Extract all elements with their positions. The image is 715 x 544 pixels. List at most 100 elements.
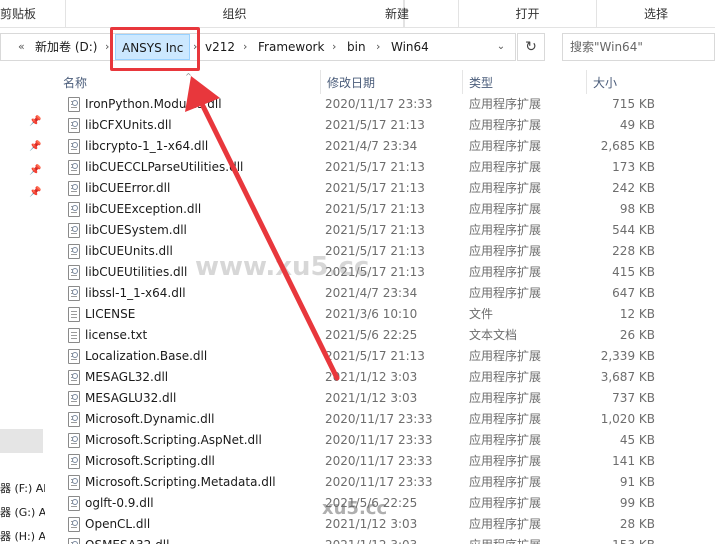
address-bar[interactable]: « 新加卷 (D:) › ANSYS Inc › v212 › Framewor… [0,33,516,61]
table-row[interactable]: libssl-1_1-x64.dll 2021/4/7 23:34 应用程序扩展 64… [45,283,715,304]
table-row[interactable]: OpenCL.dll 2021/1/12 3:03 应用程序扩展 28 KB [45,514,715,535]
ribbon-group-open[interactable]: 打开 [459,0,597,28]
search-input[interactable]: 搜索"Win64" [562,33,715,61]
nav-drive-f[interactable]: 器 (F:) AN [0,479,45,499]
file-date: 2020/11/17 23:33 [325,412,433,426]
breadcrumb-chevron-icon[interactable]: › [105,34,109,60]
file-type: 应用程序扩展 [469,433,542,447]
table-row[interactable]: libCUECCLParseUtilities.dll 2021/5/17 21:… [45,157,715,178]
ribbon-group-clipboard[interactable]: 剪贴板 [0,0,66,28]
table-row[interactable]: libCUEUtilities.dll 2021/5/17 21:13 应用程序扩展… [45,262,715,283]
pin-icon[interactable]: 📌 [29,165,41,177]
column-type[interactable]: 类型 [463,70,587,94]
file-date: 2021/5/6 22:25 [325,496,418,510]
table-row[interactable]: OSMESA32.dll 2021/1/12 3:03 应用程序扩展153 KB [45,535,715,544]
file-name: MESAGLU32.dll [85,391,177,405]
dll-file-icon [68,412,80,427]
file-name: OpenCL.dll [85,517,151,531]
breadcrumb-drive-d[interactable]: 新加卷 (D:) [35,34,97,60]
breadcrumb-chevron-icon[interactable]: › [332,34,336,60]
overflow-chevron-icon[interactable]: « [18,34,25,60]
breadcrumb-chevron-icon[interactable]: › [376,34,380,60]
file-name: libCUEException.dll [85,202,202,216]
file-date: 2021/5/17 21:13 [325,202,425,216]
table-row[interactable]: libCUEUnits.dll 2021/5/17 21:13 应用程序扩展 228 … [45,241,715,262]
file-size: 173 KB [612,160,655,174]
file-date: 2020/11/17 23:33 [325,475,433,489]
file-type: 文件 [469,307,494,321]
table-row[interactable]: libCUESystem.dll 2021/5/17 21:13 应用程序扩展 544… [45,220,715,241]
file-date: 2021/5/17 21:13 [325,265,425,279]
table-row[interactable]: libCUEException.dll 2021/5/17 21:13 应用程序扩展… [45,199,715,220]
breadcrumb-bin[interactable]: bin [347,34,366,60]
dll-file-icon [68,517,80,532]
file-type: 应用程序扩展 [469,160,542,174]
pin-icon[interactable]: 📌 [29,187,41,199]
table-row[interactable]: MESAGL32.dll 2021/1/12 3:03 应用程序扩展 3,687 KB [45,367,715,388]
file-date: 2021/1/12 3:03 [325,517,418,531]
refresh-button[interactable]: ↻ [517,33,545,61]
table-row[interactable]: libCUEError.dll 2021/5/17 21:13 应用程序扩展 242 … [45,178,715,199]
nav-drive-h[interactable]: 器 (H:) A [0,527,45,544]
chevron-down-icon[interactable]: ⌄ [488,34,514,60]
table-row[interactable]: Microsoft.Scripting.dll 2020/11/17 23:33 应… [45,451,715,472]
breadcrumb-ansys-inc[interactable]: ANSYS Inc [115,34,191,60]
table-row[interactable]: Microsoft.Scripting.AspNet.dll 2020/11/17… [45,430,715,451]
file-type: 应用程序扩展 [469,97,542,111]
breadcrumb-framework[interactable]: Framework [258,34,324,60]
table-row[interactable]: oglft-0.9.dll 2021/5/6 22:25 应用程序扩展 99 KB [45,493,715,514]
navigation-pane[interactable]: 📌 📌 📌 📌 器 (F:) AN 器 (G:) A 器 (H:) A [0,66,45,544]
table-row[interactable]: Microsoft.Scripting.Metadata.dll 2020/11/… [45,472,715,493]
file-date: 2021/4/7 23:34 [325,286,418,300]
column-name[interactable]: ^ 名称 [57,70,321,94]
ribbon-group-new[interactable]: 新建 [336,0,459,28]
table-row[interactable]: license.txt 2021/5/6 22:25 文本文档 26 KB [45,325,715,346]
file-size: 45 KB [619,433,655,447]
dll-file-icon [68,496,80,511]
dll-file-icon [68,244,80,259]
file-name: Microsoft.Scripting.AspNet.dll [85,433,262,447]
file-type: 应用程序扩展 [469,265,542,279]
dll-file-icon [68,286,80,301]
table-row[interactable]: libCFXUnits.dll 2021/5/17 21:13 应用程序扩展 49 K… [45,115,715,136]
breadcrumb-chevron-icon[interactable]: › [193,34,197,60]
table-row[interactable]: Localization.Base.dll 2021/5/17 21:13 应用程序… [45,346,715,367]
breadcrumb-v212[interactable]: v212 [205,34,235,60]
dll-file-icon [68,538,80,544]
table-row[interactable]: libcrypto-1_1-x64.dll 2021/4/7 23:34 应用程序扩… [45,136,715,157]
table-row[interactable]: MESAGLU32.dll 2021/1/12 3:03 应用程序扩展 737 KB [45,388,715,409]
dll-file-icon [68,265,80,280]
file-name: libCUEError.dll [85,181,171,195]
file-type: 应用程序扩展 [469,535,589,544]
ribbon-group-select[interactable]: 选择 [597,0,715,28]
dll-file-icon [68,181,80,196]
dll-file-icon [68,391,80,406]
dll-file-icon [68,433,80,448]
column-date[interactable]: 修改日期 [321,70,463,94]
column-size[interactable]: 大小 [587,70,715,94]
file-size: 544 KB [612,223,655,237]
file-date: 2021/4/7 23:34 [325,139,418,153]
table-row[interactable]: Microsoft.Dynamic.dll 2020/11/17 23:33 应用程… [45,409,715,430]
file-type: 应用程序扩展 [469,475,542,489]
breadcrumb-win64[interactable]: Win64 [391,34,429,60]
nav-selected-item[interactable] [0,429,43,453]
file-name: libCFXUnits.dll [85,118,172,132]
file-name: Microsoft.Scripting.Metadata.dll [85,475,276,489]
file-size: 647 KB [612,286,655,300]
pin-icon[interactable]: 📌 [29,116,41,128]
nav-drive-g[interactable]: 器 (G:) A [0,503,45,523]
table-row[interactable]: LICENSE 2021/3/6 10:10 文件 12 KB [45,304,715,325]
breadcrumb-chevron-icon[interactable]: › [243,34,247,60]
table-row[interactable]: IronPython.Modules.dll 2020/11/17 23:33 应用… [45,94,715,115]
file-type: 应用程序扩展 [469,202,542,216]
dll-file-icon [68,202,80,217]
file-date: 2021/5/6 22:25 [325,328,418,342]
file-name: libCUEUnits.dll [85,244,173,258]
file-size: 3,687 KB [600,370,655,384]
file-type: 应用程序扩展 [469,349,542,363]
file-type: 文本文档 [469,328,518,342]
pin-icon[interactable]: 📌 [29,141,41,153]
file-type: 应用程序扩展 [469,454,542,468]
dll-file-icon [68,349,80,364]
